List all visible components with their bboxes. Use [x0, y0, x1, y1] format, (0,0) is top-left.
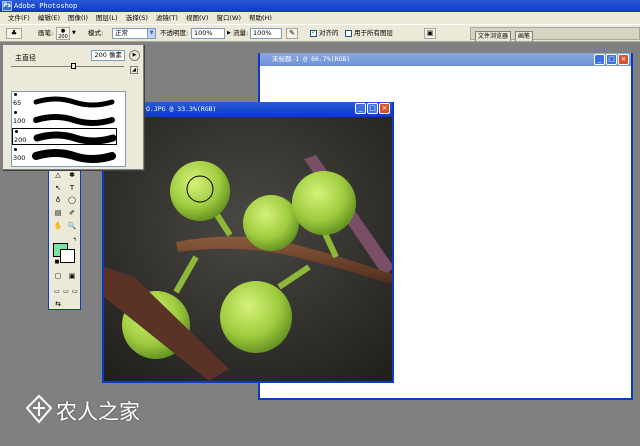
airbrush-icon: ✎ [289, 29, 295, 37]
palette-well-toggle[interactable]: ▣ [424, 28, 436, 39]
brush-size-label: 65 [13, 99, 22, 107]
pen-tool-icon[interactable]: ♁ [52, 195, 64, 206]
watermark-logo-icon [25, 394, 53, 424]
brush-dot-icon [15, 130, 18, 133]
document-title: 未标题-1 @ 66.7%(RGB) [272, 55, 351, 63]
brush-preset-100[interactable]: 100 [12, 110, 117, 127]
magic-wand-tool-icon[interactable]: ✱ [66, 170, 78, 181]
brush-preset-200[interactable]: 200 [12, 128, 117, 145]
tab-brushes[interactable]: 画笔 [515, 31, 534, 41]
mode-label: 模式: [88, 29, 104, 37]
jump-to-imageready-icon[interactable]: ⇆ [52, 299, 64, 310]
master-diameter-label: 主直径 [15, 54, 36, 62]
brush-dot-icon [14, 93, 17, 96]
quick-mask-mode-icon[interactable]: ▣ [66, 271, 78, 282]
close-button[interactable]: × [618, 54, 629, 65]
toolbox: △ ✱ ↖ T ♁ ◯ ▤ ✐ ✋ 🔍 ↰ ■ ▢ ▣ ▭ ▭ ▭ ⇆ [48, 158, 81, 310]
shape-tool-icon[interactable]: ◯ [66, 195, 78, 206]
mode-select[interactable]: 正常 ▼ [112, 28, 156, 39]
close-button[interactable]: × [379, 103, 390, 114]
brush-picker-arrow-icon[interactable]: ▼ [72, 28, 76, 39]
watermark: 农人之家 [20, 390, 200, 430]
flow-field[interactable]: 100% [250, 28, 282, 39]
opacity-field[interactable]: 100% [191, 28, 225, 39]
photo-canvas[interactable] [104, 117, 392, 381]
document-title-bar[interactable]: O.JPG @ 33.3%(RGB) [104, 102, 392, 117]
default-colors-icon[interactable]: ■ [51, 257, 63, 268]
mode-value: 正常 [115, 29, 128, 37]
menu-view[interactable]: 视图(V) [182, 12, 213, 24]
use-all-layers-label: 用于所有图层 [354, 29, 393, 37]
brush-menu-arrow-icon[interactable]: ▶ [129, 50, 140, 61]
menu-select[interactable]: 选择(S) [122, 12, 152, 24]
swap-colors-icon[interactable]: ↰ [69, 235, 81, 246]
brush-preset-300[interactable]: 300 [12, 147, 117, 164]
app-title: Adobe Photoshop [14, 2, 78, 10]
photoshop-icon[interactable]: Ps [2, 1, 12, 11]
menu-file[interactable]: 文件(F) [4, 12, 34, 24]
palette-icon: ▣ [426, 29, 434, 37]
hand-tool-icon[interactable]: ✋ [52, 221, 64, 232]
opacity-arrow-icon[interactable]: ▶ [227, 28, 231, 39]
brush-preset-popup: 主直径 200 像素 ▶ ◢ 65 100 200 300 ▲ ▼ [2, 44, 144, 170]
flow-label: 流量: [233, 29, 249, 37]
minimize-button[interactable]: _ [594, 54, 605, 65]
minimize-button[interactable]: _ [355, 103, 366, 114]
diameter-slider-track[interactable] [11, 66, 124, 67]
aligned-label: 对齐的 [319, 29, 339, 37]
brush-stroke-preview [33, 114, 115, 126]
document-title-bar[interactable]: 未标题-1 @ 66.7%(RGB) [260, 53, 631, 66]
standard-mode-icon[interactable]: ▢ [52, 271, 64, 282]
resize-grip-icon[interactable]: ◢ [130, 66, 138, 74]
maximize-button[interactable]: □ [606, 54, 617, 65]
brush-preset-picker[interactable]: ● 200 [56, 27, 70, 40]
photo-document-window: O.JPG @ 33.3%(RGB) _ □ × [102, 102, 394, 383]
aligned-checkbox[interactable] [310, 28, 317, 37]
chevron-down-icon: ▼ [147, 29, 155, 38]
brush-size-value: 200 [58, 34, 68, 40]
fig-photo [104, 117, 392, 381]
opacity-value: 100% [194, 29, 213, 37]
brush-stroke-preview [32, 149, 116, 163]
menu-image[interactable]: 图像(I) [64, 12, 92, 24]
path-select-tool-icon[interactable]: ↖ [52, 183, 64, 194]
brush-preset-list: 65 100 200 300 ▲ ▼ [11, 91, 126, 167]
menu-help[interactable]: 帮助(H) [245, 12, 276, 24]
master-diameter-value: 200 像素 [94, 51, 122, 59]
screen-mode-full-icon[interactable]: ▭ [69, 286, 81, 297]
brush-dot-icon [14, 111, 17, 114]
flow-value: 100% [253, 29, 272, 37]
master-diameter-field[interactable]: 200 像素 [91, 50, 125, 61]
brush-size-label: 200 [14, 136, 27, 144]
airbrush-toggle[interactable]: ✎ [286, 28, 298, 39]
brush-size-label: 100 [13, 117, 26, 125]
menu-window[interactable]: 窗口(W) [212, 12, 245, 24]
maximize-button[interactable]: □ [367, 103, 378, 114]
document-title: O.JPG @ 33.3%(RGB) [146, 105, 217, 113]
brush-preset-65[interactable]: 65 [12, 92, 117, 109]
brush-stroke-preview [33, 131, 117, 144]
menu-bar: 文件(F) 编辑(E) 图像(I) 图层(L) 选择(S) 滤镜(T) 视图(V… [0, 12, 640, 24]
clone-stamp-preset-icon[interactable]: ♣ [6, 28, 22, 39]
menu-layer[interactable]: 图层(L) [92, 12, 122, 24]
diameter-slider-thumb[interactable] [71, 63, 77, 69]
eyedropper-tool-icon[interactable]: ✐ [66, 208, 78, 219]
brush-dot-icon [14, 148, 17, 151]
lasso-tool-icon[interactable]: △ [52, 170, 64, 181]
zoom-tool-icon[interactable]: 🔍 [66, 221, 78, 232]
menu-filter[interactable]: 滤镜(T) [152, 12, 182, 24]
opacity-label: 不透明度: [160, 29, 189, 37]
brush-stroke-preview [33, 96, 115, 108]
brush-label: 画笔: [38, 29, 54, 37]
app-title-bar: Adobe Photoshop [0, 0, 640, 12]
menu-edit[interactable]: 编辑(E) [34, 12, 64, 24]
watermark-text: 农人之家 [56, 400, 140, 424]
type-tool-icon[interactable]: T [66, 183, 78, 194]
use-all-layers-checkbox[interactable] [345, 30, 352, 37]
palette-well: 文件浏览器 画笔 [470, 27, 640, 41]
tab-file-browser[interactable]: 文件浏览器 [475, 31, 512, 41]
notes-tool-icon[interactable]: ▤ [52, 208, 64, 219]
brush-size-label: 300 [13, 154, 26, 162]
